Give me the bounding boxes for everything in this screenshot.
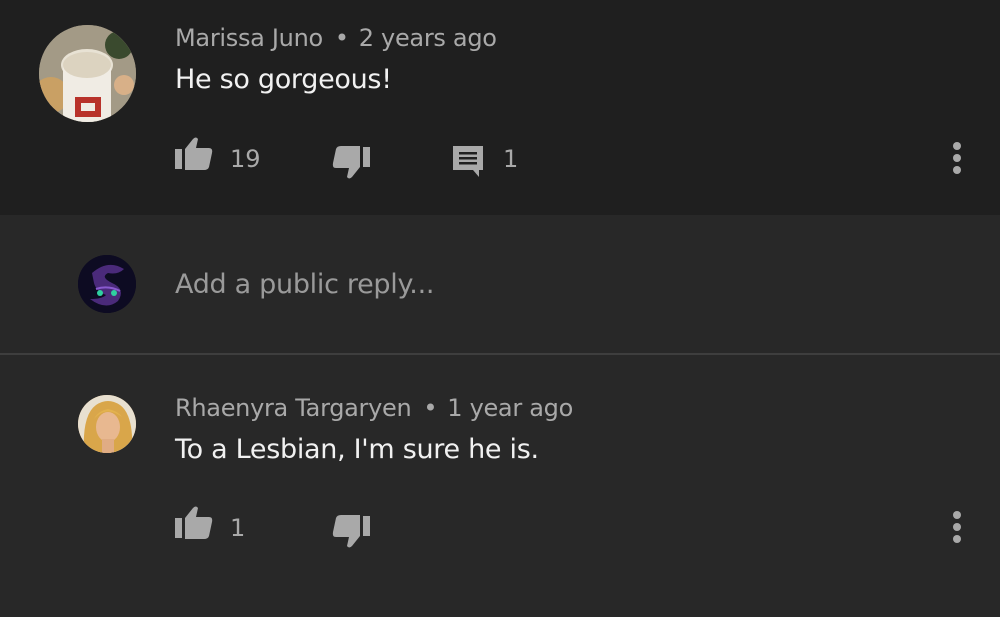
reply-author-avatar[interactable] [78,395,136,453]
reply-meta: Rhaenyra Targaryen • 1 year ago [175,394,573,422]
reply-timestamp[interactable]: 1 year ago [447,394,573,422]
reply-author[interactable]: Rhaenyra Targaryen [175,394,412,422]
dislike-icon[interactable] [331,514,371,550]
comment-meta: Marissa Juno • 2 years ago [175,24,497,52]
reply-input[interactable]: Add a public reply... [175,269,434,300]
reply-text: To a Lesbian, I'm sure he is. [175,434,539,465]
comment-card: Marissa Juno • 2 years ago He so gorgeous!… [0,0,1000,215]
reply-icon[interactable] [451,144,485,178]
reply-card: Rhaenyra Targaryen • 1 year ago To a Lesbi… [0,355,1000,617]
more-options-icon[interactable] [950,510,964,546]
current-user-avatar [78,255,136,313]
commenter-avatar[interactable] [39,25,136,122]
comment-text: He so gorgeous! [175,64,392,95]
more-options-icon[interactable] [950,141,964,177]
like-icon[interactable] [174,505,214,541]
like-icon[interactable] [174,136,214,172]
reply-compose[interactable]: Add a public reply... [0,215,1000,353]
comment-author[interactable]: Marissa Juno [175,24,323,52]
meta-separator: • [423,394,438,422]
dislike-icon[interactable] [331,145,371,181]
reply-count: 1 [503,145,519,173]
meta-separator: • [334,24,349,52]
like-count: 1 [230,514,246,542]
like-count: 19 [230,145,261,173]
comment-timestamp[interactable]: 2 years ago [359,24,497,52]
